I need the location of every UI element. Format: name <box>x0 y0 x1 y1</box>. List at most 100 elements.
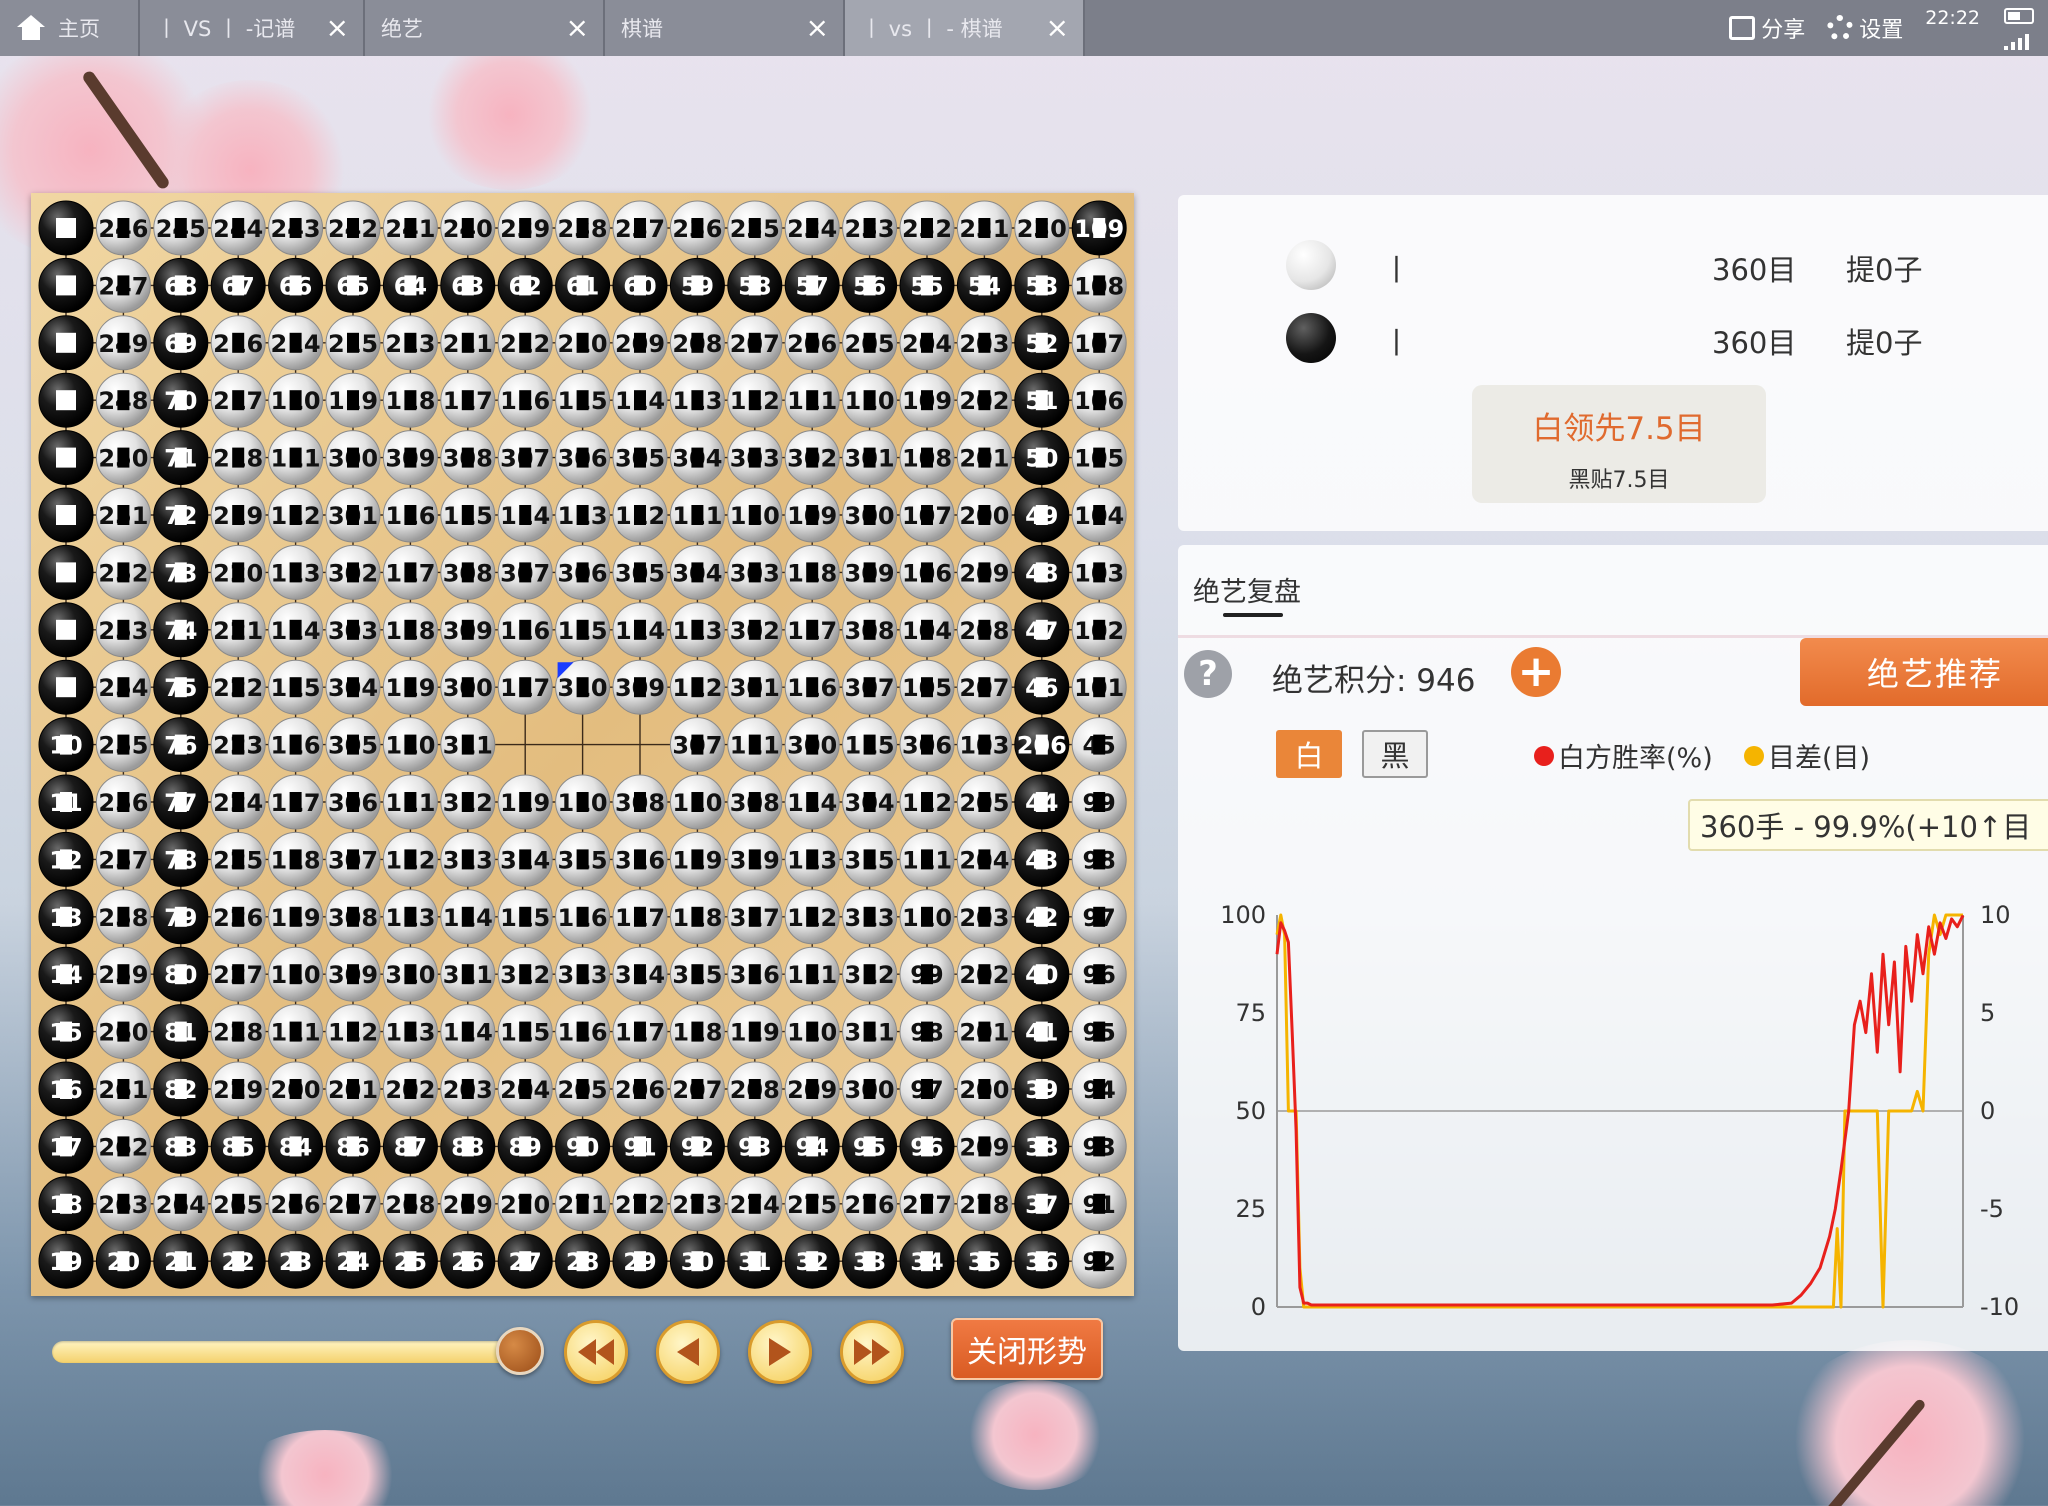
go-stone[interactable]: 305 <box>612 544 668 600</box>
go-stone[interactable]: 46 <box>1014 659 1070 715</box>
go-board[interactable]: 2462452442432422412402392382372362352342… <box>31 193 1134 1296</box>
go-stone[interactable]: 268 <box>382 1176 438 1232</box>
go-stone[interactable]: 260 <box>95 1004 151 1060</box>
close-icon[interactable]: × <box>566 14 589 42</box>
go-stone[interactable]: 12 <box>38 831 94 887</box>
go-stone[interactable]: 110 <box>727 487 783 543</box>
go-stone[interactable]: 101 <box>1071 659 1127 715</box>
go-stone[interactable]: 112 <box>784 889 840 945</box>
go-stone[interactable]: 35 <box>956 1233 1012 1289</box>
go-stone[interactable]: 112 <box>268 487 324 543</box>
go-stone[interactable]: 312 <box>497 946 553 1002</box>
go-stone[interactable]: 113 <box>382 889 438 945</box>
go-stone[interactable]: 203 <box>956 889 1012 945</box>
go-stone[interactable]: 250 <box>95 430 151 486</box>
go-stone[interactable]: 202 <box>956 372 1012 428</box>
go-stone[interactable]: 307 <box>842 659 898 715</box>
go-stone[interactable]: 115 <box>555 372 611 428</box>
go-stone[interactable]: 238 <box>555 200 611 256</box>
go-stone[interactable]: 205 <box>842 315 898 371</box>
go-stone[interactable]: 316 <box>612 831 668 887</box>
go-stone[interactable]: 303 <box>727 430 783 486</box>
go-stone[interactable]: 107 <box>1071 315 1127 371</box>
go-stone[interactable]: 109 <box>899 372 955 428</box>
go-stone[interactable]: 304 <box>669 430 725 486</box>
go-stone[interactable] <box>38 544 94 600</box>
first-move-button[interactable] <box>564 1320 628 1384</box>
go-stone[interactable]: 263 <box>95 1176 151 1232</box>
go-stone[interactable]: 261 <box>95 1061 151 1117</box>
go-stone[interactable]: 114 <box>440 1004 496 1060</box>
go-stone[interactable]: 206 <box>1014 717 1070 773</box>
go-stone[interactable]: 313 <box>440 831 496 887</box>
go-stone[interactable]: 67 <box>210 257 266 313</box>
go-stone[interactable]: 50 <box>1014 430 1070 486</box>
tab-kifu[interactable]: 棋谱 × <box>605 0 845 56</box>
go-stone[interactable]: 218 <box>210 430 266 486</box>
go-stone[interactable]: 211 <box>440 315 496 371</box>
go-stone[interactable]: 310 <box>382 946 438 1002</box>
go-stone[interactable]: 315 <box>555 831 611 887</box>
go-stone[interactable]: 84 <box>268 1118 324 1174</box>
go-stone[interactable]: 304 <box>669 544 725 600</box>
go-stone[interactable]: 312 <box>440 774 496 830</box>
go-stone[interactable]: 114 <box>268 602 324 658</box>
go-stone[interactable]: 47 <box>1014 602 1070 658</box>
last-move-button[interactable] <box>840 1320 904 1384</box>
go-stone[interactable]: 111 <box>268 1004 324 1060</box>
go-stone[interactable]: 55 <box>899 257 955 313</box>
go-stone[interactable]: 118 <box>669 889 725 945</box>
go-stone[interactable]: 309 <box>842 544 898 600</box>
share-button[interactable]: 分享 <box>1729 12 1805 44</box>
go-stone[interactable]: 104 <box>899 602 955 658</box>
go-stone[interactable]: 225 <box>210 831 266 887</box>
go-stone[interactable]: 119 <box>497 774 553 830</box>
go-stone[interactable]: 83 <box>153 1118 209 1174</box>
go-stone[interactable]: 116 <box>555 889 611 945</box>
go-stone[interactable]: 106 <box>899 544 955 600</box>
go-stone[interactable]: 257 <box>95 831 151 887</box>
settings-button[interactable]: 设置 <box>1827 12 1903 44</box>
go-stone[interactable]: 69 <box>153 315 209 371</box>
go-stone[interactable]: 213 <box>382 315 438 371</box>
white-side-button[interactable]: 白 <box>1276 730 1342 778</box>
go-stone[interactable]: 118 <box>382 602 438 658</box>
go-stone[interactable]: 309 <box>612 659 668 715</box>
go-stone[interactable]: 75 <box>153 659 209 715</box>
go-stone[interactable]: 251 <box>95 487 151 543</box>
go-stone[interactable]: 14 <box>38 946 94 1002</box>
go-stone[interactable] <box>38 659 94 715</box>
go-stone[interactable]: 110 <box>669 774 725 830</box>
go-stone[interactable]: 74 <box>153 602 209 658</box>
go-stone[interactable]: 308 <box>727 774 783 830</box>
go-stone[interactable]: 43 <box>1014 831 1070 887</box>
go-stone[interactable]: 44 <box>1014 774 1070 830</box>
go-stone[interactable]: 118 <box>268 831 324 887</box>
go-stone[interactable]: 303 <box>325 602 381 658</box>
go-stone[interactable]: 202 <box>956 946 1012 1002</box>
go-stone[interactable]: 300 <box>842 1061 898 1117</box>
go-stone[interactable]: 305 <box>612 430 668 486</box>
previous-move-button[interactable] <box>656 1320 720 1384</box>
go-stone[interactable]: 306 <box>555 544 611 600</box>
go-stone[interactable]: 94 <box>1071 1061 1127 1117</box>
go-stone[interactable]: 115 <box>440 487 496 543</box>
go-stone[interactable]: 248 <box>95 372 151 428</box>
go-stone[interactable]: 233 <box>842 200 898 256</box>
go-stone[interactable]: 111 <box>784 946 840 1002</box>
go-stone[interactable]: 204 <box>899 315 955 371</box>
go-stone[interactable]: 300 <box>325 430 381 486</box>
go-stone[interactable]: 254 <box>95 659 151 715</box>
go-stone[interactable]: 45 <box>1071 717 1127 773</box>
go-stone[interactable]: 85 <box>210 1118 266 1174</box>
go-stone[interactable]: 209 <box>956 1118 1012 1174</box>
go-stone[interactable]: 212 <box>497 315 553 371</box>
go-stone[interactable]: 313 <box>842 889 898 945</box>
go-stone[interactable]: 308 <box>440 544 496 600</box>
go-stone[interactable]: 90 <box>555 1118 611 1174</box>
go-stone[interactable]: 216 <box>210 315 266 371</box>
go-stone[interactable]: 203 <box>440 1061 496 1117</box>
go-stone[interactable]: 200 <box>956 487 1012 543</box>
go-stone[interactable]: 80 <box>153 946 209 1002</box>
go-stone[interactable]: 16 <box>38 1061 94 1117</box>
